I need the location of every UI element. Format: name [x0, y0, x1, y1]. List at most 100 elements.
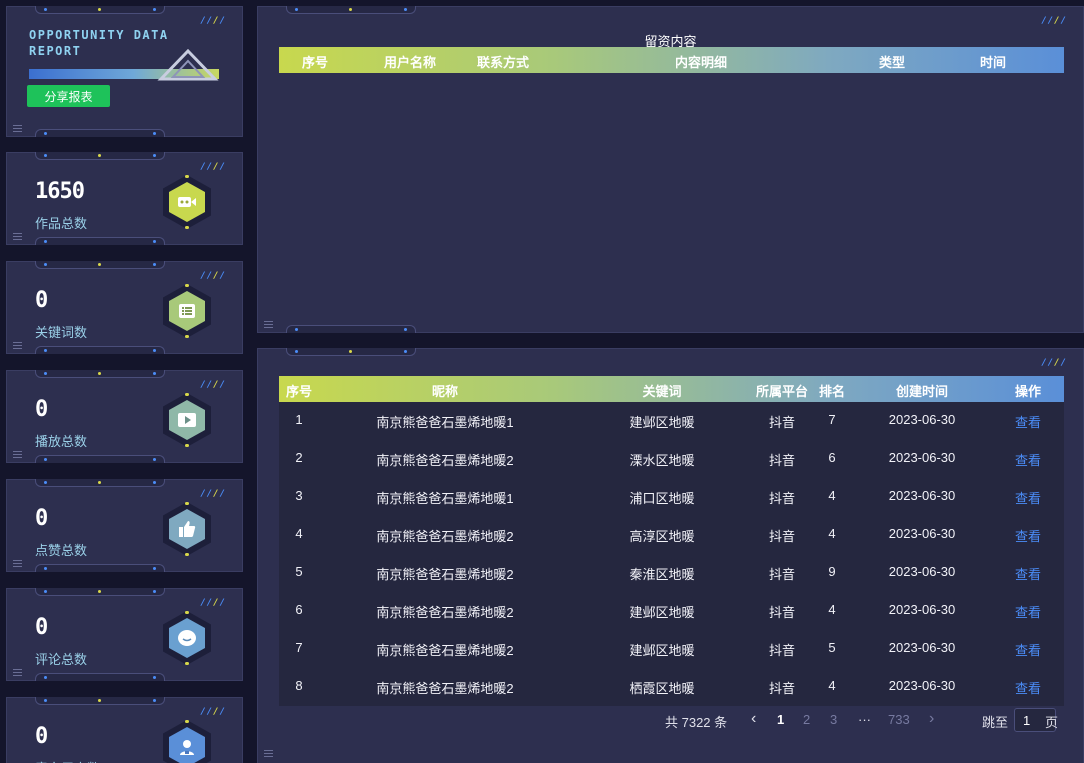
stat-value: 0: [35, 506, 48, 531]
pagination-prev-button[interactable]: ‹: [751, 710, 756, 728]
cell-nickname: 南京熊爸爸石墨烯地暖2: [376, 681, 514, 696]
video-camera-icon: [163, 175, 211, 229]
view-link[interactable]: 查看: [1015, 640, 1041, 659]
share-report-button[interactable]: 分享报表: [27, 85, 110, 107]
chat-icon-badge: [163, 611, 211, 665]
cell-nickname: 南京熊爸爸石墨烯地暖2: [376, 605, 514, 620]
view-link[interactable]: 查看: [1015, 412, 1041, 431]
cell-nickname: 南京熊爸爸石墨烯地暖2: [376, 567, 514, 582]
frame-tab-top: [35, 261, 165, 269]
cell-keyword: 秦淮区地暖: [629, 567, 695, 582]
cell-platform: 抖音: [768, 681, 796, 696]
works-col-created: 创建时间: [895, 384, 949, 399]
works-col-keyword: 关键词: [642, 384, 682, 399]
cell-platform: 抖音: [768, 415, 796, 430]
cell-created: 2023-06-30: [888, 450, 956, 465]
frame-tab-top: [35, 697, 165, 705]
frame-tab-bottom: [35, 346, 165, 354]
leads-col-time: 时间: [979, 55, 1007, 70]
stat-label: 关键词数: [35, 325, 88, 340]
pagination-page-2[interactable]: 2: [803, 712, 810, 727]
play-icon-badge: [163, 393, 211, 447]
pagination-next-button[interactable]: ›: [929, 710, 934, 728]
cell-nickname: 南京熊爸爸石墨烯地暖1: [376, 415, 514, 430]
leads-col-username: 用户名称: [383, 55, 437, 70]
view-link[interactable]: 查看: [1015, 564, 1041, 583]
cell-rank: 4: [828, 526, 836, 541]
table-row: 7 南京熊爸爸石墨烯地暖2 建邺区地暖 抖音 5 2023-06-30 查看: [279, 630, 1064, 668]
frame-tab-top: [286, 6, 416, 14]
cell-platform: 抖音: [768, 491, 796, 506]
triangle-logo-icon: [157, 49, 219, 81]
view-link[interactable]: 查看: [1015, 488, 1041, 507]
menu-mark-icon: [13, 560, 22, 567]
list-icon-badge: [163, 284, 211, 338]
stat-card-like-total: //// 0 点赞总数: [6, 479, 243, 572]
works-col-nickname: 昵称: [431, 384, 459, 399]
menu-mark-icon: [264, 750, 273, 757]
menu-mark-icon: [264, 321, 273, 328]
play-icon: [163, 393, 211, 447]
view-link[interactable]: 查看: [1015, 602, 1041, 621]
stat-card-keyword-count: //// 0 关键词数: [6, 261, 243, 354]
pagination-total: 共 7322 条: [665, 715, 728, 730]
stat-label: 点赞总数: [35, 543, 88, 558]
pagination-ellipsis[interactable]: ···: [858, 712, 871, 727]
cell-created: 2023-06-30: [888, 678, 956, 693]
report-header-card: //// OPPORTUNITY DATA REPORT 分享报表: [6, 6, 243, 137]
stat-label: 意向用户数: [35, 758, 100, 763]
corner-slashes: ////: [200, 16, 226, 26]
pagination-page-1[interactable]: 1: [777, 712, 784, 727]
stat-label: 播放总数: [35, 434, 88, 449]
pagination-page-last[interactable]: 733: [888, 712, 910, 727]
leads-col-contact: 联系方式: [476, 55, 530, 70]
pagination-jump-label: 跳至: [982, 715, 1009, 730]
cell-rank: 4: [828, 678, 836, 693]
cell-created: 2023-06-30: [888, 564, 956, 579]
view-link[interactable]: 查看: [1015, 450, 1041, 469]
pagination: 共 7322 条 ‹ 1 2 3 ··· 733 › 跳至 页: [279, 708, 1064, 732]
frame-tab-top: [35, 6, 165, 14]
frame-tab-bottom: [35, 673, 165, 681]
stat-card-works-total: //// 1650 作品总数: [6, 152, 243, 245]
cell-platform: 抖音: [768, 643, 796, 658]
cell-rank: 7: [828, 412, 836, 427]
menu-mark-icon: [13, 669, 22, 676]
frame-tab-top: [35, 588, 165, 596]
menu-mark-icon: [13, 451, 22, 458]
cell-created: 2023-06-30: [888, 640, 956, 655]
stat-card-intent-user-count: //// 0 意向用户数: [6, 697, 243, 763]
works-panel: //// 序号 昵称 关键词 所属平台 排名 创建时间 操作 1 南京熊爸爸石墨…: [257, 348, 1084, 763]
frame-tab-bottom: [35, 455, 165, 463]
stat-value: 0: [35, 397, 48, 422]
leads-col-detail: 内容明细: [674, 55, 728, 70]
cell-rank: 9: [828, 564, 836, 579]
stat-label: 评论总数: [35, 652, 88, 667]
frame-tab-bottom: [35, 129, 165, 137]
cell-keyword: 建邺区地暖: [629, 643, 695, 658]
frame-tab-top: [286, 348, 416, 356]
cell-index: 6: [295, 602, 303, 617]
cell-platform: 抖音: [768, 567, 796, 582]
table-row: 3 南京熊爸爸石墨烯地暖1 浦口区地暖 抖音 4 2023-06-30 查看: [279, 478, 1064, 516]
works-col-platform: 所属平台: [755, 384, 809, 399]
cell-created: 2023-06-30: [888, 602, 956, 617]
view-link[interactable]: 查看: [1015, 526, 1041, 545]
leads-table-header: 序号 用户名称 联系方式 内容明细 类型 时间: [279, 47, 1064, 73]
cell-platform: 抖音: [768, 453, 796, 468]
menu-mark-icon: [13, 233, 22, 240]
frame-tab-bottom: [286, 325, 416, 333]
cell-platform: 抖音: [768, 529, 796, 544]
frame-tab-bottom: [35, 237, 165, 245]
cell-created: 2023-06-30: [888, 526, 956, 541]
cell-index: 5: [295, 564, 303, 579]
frame-tab-top: [35, 152, 165, 160]
cell-rank: 4: [828, 602, 836, 617]
leads-col-type: 类型: [878, 55, 906, 70]
thumbs-up-icon-badge: [163, 502, 211, 556]
view-link[interactable]: 查看: [1015, 678, 1041, 697]
works-table-header: 序号 昵称 关键词 所属平台 排名 创建时间 操作: [279, 376, 1064, 402]
pagination-page-3[interactable]: 3: [830, 712, 837, 727]
frame-tab-bottom: [35, 564, 165, 572]
table-row: 6 南京熊爸爸石墨烯地暖2 建邺区地暖 抖音 4 2023-06-30 查看: [279, 592, 1064, 630]
